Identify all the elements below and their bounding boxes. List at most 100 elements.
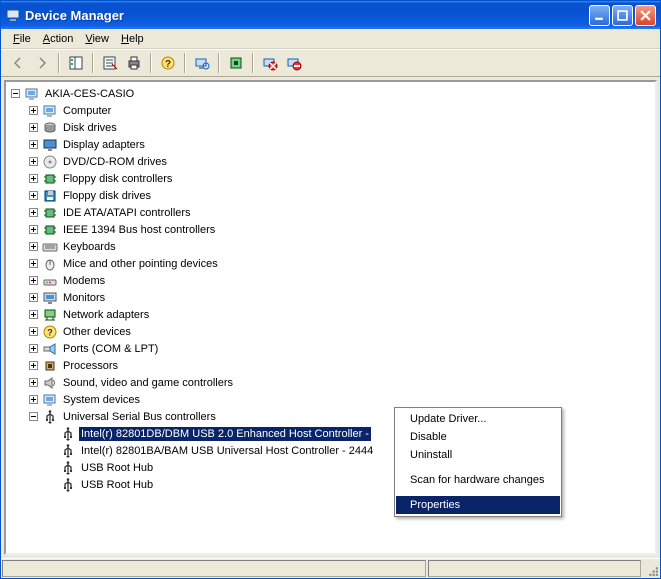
update-driver-button[interactable] (225, 52, 247, 74)
network-icon (42, 307, 58, 323)
expand-icon[interactable] (26, 172, 40, 186)
menu-action[interactable]: Action (37, 31, 80, 47)
tree-category-node[interactable]: Keyboards (8, 238, 653, 255)
device-manager-window: Device Manager File Action View Help ? A… (0, 0, 661, 579)
statusbar (1, 558, 660, 578)
maximize-button[interactable] (612, 5, 633, 26)
expand-icon[interactable] (26, 291, 40, 305)
cpu-icon (42, 358, 58, 374)
tree-node-label: Intel(r) 82801BA/BAM USB Universal Host … (79, 444, 375, 458)
tree-category-node[interactable]: Monitors (8, 289, 653, 306)
help-button[interactable]: ? (157, 52, 179, 74)
expand-icon[interactable] (26, 104, 40, 118)
tree-node-label: IEEE 1394 Bus host controllers (61, 223, 217, 237)
app-icon (5, 7, 21, 23)
keyboard-icon (42, 239, 58, 255)
close-button[interactable] (635, 5, 656, 26)
svg-text:?: ? (47, 327, 53, 337)
tree-category-node[interactable]: IDE ATA/ATAPI controllers (8, 204, 653, 221)
tree-node-label: USB Root Hub (79, 478, 155, 492)
properties-button[interactable] (99, 52, 121, 74)
minimize-button[interactable] (589, 5, 610, 26)
menu-help[interactable]: Help (115, 31, 150, 47)
collapse-icon[interactable] (8, 87, 22, 101)
expand-icon[interactable] (26, 376, 40, 390)
tree-node-label: Network adapters (61, 308, 151, 322)
toolbar-separator (252, 53, 254, 73)
expand-icon[interactable] (26, 393, 40, 407)
tree-category-node[interactable]: Display adapters (8, 136, 653, 153)
expand-icon[interactable] (26, 359, 40, 373)
tree-category-node[interactable]: DVD/CD-ROM drives (8, 153, 653, 170)
toolbar-separator (92, 53, 94, 73)
toolbar-separator (184, 53, 186, 73)
tree-category-node[interactable]: Sound, video and game controllers (8, 374, 653, 391)
context-uninstall[interactable]: Uninstall (396, 446, 560, 464)
expand-icon[interactable] (26, 223, 40, 237)
tree-category-node[interactable]: Mice and other pointing devices (8, 255, 653, 272)
tree-category-node[interactable]: System devices (8, 391, 653, 408)
context-properties[interactable]: Properties (396, 496, 560, 514)
tree-node-label: Intel(r) 82801DB/DBM USB 2.0 Enhanced Ho… (79, 427, 371, 441)
tree-node-label: Floppy disk controllers (61, 172, 174, 186)
resize-grip[interactable] (643, 561, 659, 577)
expand-icon[interactable] (26, 342, 40, 356)
uninstall-button[interactable] (283, 52, 305, 74)
titlebar[interactable]: Device Manager (1, 1, 660, 29)
tree-category-node[interactable]: Computer (8, 102, 653, 119)
computer-icon (42, 103, 58, 119)
tree-node-label: Monitors (61, 291, 107, 305)
tree-node-label: Keyboards (61, 240, 118, 254)
usb-icon (60, 477, 76, 493)
context-update-driver[interactable]: Update Driver... (396, 410, 560, 428)
tree-category-node[interactable]: Processors (8, 357, 653, 374)
menubar: File Action View Help (1, 29, 660, 49)
context-scan-hardware[interactable]: Scan for hardware changes (396, 471, 560, 489)
expand-icon[interactable] (26, 308, 40, 322)
tree-category-node[interactable]: Ports (COM & LPT) (8, 340, 653, 357)
tree-node-label: Floppy disk drives (61, 189, 153, 203)
mouse-icon (42, 256, 58, 272)
menu-view[interactable]: View (79, 31, 115, 47)
expand-icon[interactable] (26, 240, 40, 254)
print-button[interactable] (123, 52, 145, 74)
computer-icon (42, 392, 58, 408)
disk-icon (42, 120, 58, 136)
expand-icon[interactable] (26, 206, 40, 220)
sound-icon (42, 375, 58, 391)
menu-file[interactable]: File (7, 31, 37, 47)
tree-node-label: Modems (61, 274, 107, 288)
usb-icon (60, 426, 76, 442)
tree-category-node[interactable]: Modems (8, 272, 653, 289)
chip-icon (42, 171, 58, 187)
dvd-icon (42, 154, 58, 170)
tree-root-node[interactable]: AKIA-CES-CASIO (8, 85, 653, 102)
context-disable[interactable]: Disable (396, 428, 560, 446)
expand-icon[interactable] (26, 121, 40, 135)
tree-node-label: IDE ATA/ATAPI controllers (61, 206, 193, 220)
disable-button[interactable] (259, 52, 281, 74)
expand-icon[interactable] (26, 189, 40, 203)
tree-category-node[interactable]: IEEE 1394 Bus host controllers (8, 221, 653, 238)
usb-icon (60, 460, 76, 476)
tree-category-node[interactable]: Network adapters (8, 306, 653, 323)
scan-hardware-button[interactable] (191, 52, 213, 74)
collapse-icon[interactable] (26, 410, 40, 424)
tree-node-label: DVD/CD-ROM drives (61, 155, 169, 169)
tree-category-node[interactable]: Floppy disk controllers (8, 170, 653, 187)
tree-category-node[interactable]: Disk drives (8, 119, 653, 136)
device-tree[interactable]: AKIA-CES-CASIOComputerDisk drives Display… (4, 80, 657, 555)
tree-category-node[interactable]: Floppy disk drives (8, 187, 653, 204)
tree-node-label: Display adapters (61, 138, 147, 152)
toolbar-separator (58, 53, 60, 73)
port-icon (42, 341, 58, 357)
expand-icon[interactable] (26, 138, 40, 152)
toolbar-separator (218, 53, 220, 73)
expand-icon[interactable] (26, 155, 40, 169)
expand-icon[interactable] (26, 274, 40, 288)
tree-category-node[interactable]: ?Other devices (8, 323, 653, 340)
display-icon (42, 137, 58, 153)
expand-icon[interactable] (26, 325, 40, 339)
show-hide-tree-button[interactable] (65, 52, 87, 74)
expand-icon[interactable] (26, 257, 40, 271)
